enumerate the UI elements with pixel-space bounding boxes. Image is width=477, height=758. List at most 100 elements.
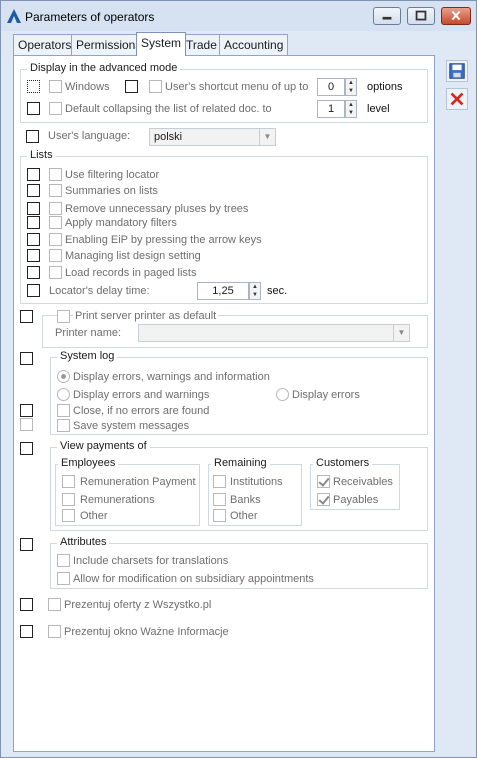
minimize-button[interactable] (373, 7, 401, 25)
shortcut-label: User's shortcut menu of up to (165, 81, 309, 93)
employees-title: Employees (58, 457, 119, 469)
paged-lists-toggle[interactable] (27, 266, 40, 279)
collapse-suffix: level (367, 103, 390, 115)
locator-delay-input[interactable]: 1,25 (197, 282, 249, 300)
save-messages-label: Save system messages (73, 420, 190, 432)
customers-group: Customers Receivables Payables (310, 457, 400, 510)
offers-toggle-checkbox[interactable] (20, 598, 33, 611)
advanced-mode-title: Display in the advanced mode (27, 62, 181, 74)
log-errors-radio[interactable] (276, 388, 289, 401)
lists-title: Lists (27, 149, 56, 161)
remunerations-label: Remunerations (80, 494, 155, 506)
locator-delay-toggle[interactable] (27, 284, 40, 297)
filtering-locator-checkbox[interactable] (49, 168, 62, 181)
filtering-locator-toggle[interactable] (27, 168, 40, 181)
paged-lists-checkbox[interactable] (49, 266, 62, 279)
cancel-button[interactable] (446, 88, 468, 110)
paged-lists-label: Load records in paged lists (65, 267, 197, 279)
banks-checkbox[interactable] (213, 493, 226, 506)
log-all-radio[interactable] (57, 370, 70, 383)
list-design-toggle[interactable] (27, 249, 40, 262)
save-messages-checkbox[interactable] (57, 419, 70, 432)
tab-trade[interactable]: Trade (181, 34, 222, 55)
receivables-label: Receivables (333, 476, 393, 488)
save-button[interactable] (446, 60, 468, 82)
language-checkbox[interactable] (26, 130, 39, 143)
tab-operators[interactable]: Operators (13, 34, 77, 55)
minimize-icon (382, 16, 392, 20)
maximize-button[interactable] (407, 7, 435, 25)
charsets-checkbox[interactable] (57, 554, 70, 567)
close-button[interactable] (441, 7, 471, 25)
close-no-errors-checkbox[interactable] (57, 404, 70, 417)
log-errors-warnings-radio[interactable] (57, 388, 70, 401)
remunerations-checkbox[interactable] (62, 493, 75, 506)
summaries-label: Summaries on lists (65, 185, 158, 197)
remove-pluses-toggle[interactable] (27, 202, 40, 215)
printer-group: Print server printer as default Printer … (42, 310, 428, 348)
info-window-toggle-checkbox[interactable] (20, 625, 33, 638)
locator-delay-stepper[interactable]: ▲ ▼ (249, 282, 261, 300)
collapse-stepper[interactable]: ▲ ▼ (345, 100, 357, 118)
summaries-checkbox[interactable] (49, 184, 62, 197)
shortcut-toggle-checkbox[interactable] (125, 80, 138, 93)
payables-checkbox[interactable] (317, 493, 330, 506)
payments-title: View payments of (57, 440, 150, 452)
collapse-level-input[interactable]: 1 (317, 100, 345, 118)
print-server-default-checkbox[interactable] (57, 310, 70, 323)
receivables-checkbox[interactable] (317, 475, 330, 488)
subsidiary-modification-checkbox[interactable] (57, 572, 70, 585)
chevron-down-icon: ▼ (393, 325, 409, 341)
windows-toggle-checkbox[interactable] (27, 80, 40, 93)
maximize-icon (415, 10, 427, 21)
offers-checkbox[interactable] (48, 598, 61, 611)
eip-arrow-keys-toggle[interactable] (27, 233, 40, 246)
locator-delay-label: Locator's delay time: (49, 285, 150, 297)
tab-system[interactable]: System (136, 32, 187, 56)
offers-label: Prezentuj oferty z Wszystko.pl (64, 599, 212, 611)
collapse-checkbox[interactable] (49, 102, 62, 115)
shortcut-count-input[interactable]: 0 (317, 78, 345, 96)
save-messages-toggle[interactable] (20, 418, 33, 431)
app-logo-icon (7, 9, 21, 23)
eip-arrow-keys-checkbox[interactable] (49, 233, 62, 246)
print-server-default-label: Print server printer as default (73, 310, 219, 322)
payments-toggle-checkbox[interactable] (20, 442, 33, 455)
list-design-checkbox[interactable] (49, 249, 62, 262)
subsidiary-modification-label: Allow for modification on subsidiary app… (73, 573, 314, 585)
system-log-title: System log (57, 350, 118, 362)
shortcut-checkbox[interactable] (149, 80, 162, 93)
collapse-label: Default collapsing the list of related d… (65, 103, 272, 115)
summaries-toggle[interactable] (27, 184, 40, 197)
remove-pluses-label: Remove unnecessary pluses by trees (65, 203, 249, 215)
windows-checkbox[interactable] (49, 80, 62, 93)
system-log-toggle-checkbox[interactable] (20, 352, 33, 365)
employees-other-checkbox[interactable] (62, 509, 75, 522)
language-label: User's language: (48, 130, 131, 142)
institutions-checkbox[interactable] (213, 475, 226, 488)
payments-group: View payments of Employees Remuneration … (50, 440, 428, 531)
printer-toggle-checkbox[interactable] (20, 310, 33, 323)
tab-accounting[interactable]: Accounting (219, 34, 289, 55)
close-no-errors-toggle[interactable] (20, 404, 33, 417)
attributes-toggle-checkbox[interactable] (20, 538, 33, 551)
log-errors-label: Display errors (292, 389, 360, 401)
info-window-checkbox[interactable] (48, 625, 61, 638)
shortcut-stepper[interactable]: ▲ ▼ (345, 78, 357, 96)
log-all-label: Display errors, warnings and information (73, 371, 270, 383)
language-value: polski (154, 131, 183, 143)
collapse-toggle-checkbox[interactable] (27, 102, 40, 115)
remuneration-payment-checkbox[interactable] (62, 475, 75, 488)
mandatory-filters-checkbox[interactable] (49, 216, 62, 229)
mandatory-filters-toggle[interactable] (27, 216, 40, 229)
printer-name-select[interactable]: ▼ (138, 324, 410, 342)
language-select[interactable]: polski ▼ (149, 128, 276, 146)
locator-delay-unit: sec. (267, 285, 288, 297)
remove-pluses-checkbox[interactable] (49, 202, 62, 215)
close-no-errors-label: Close, if no errors are found (73, 405, 210, 417)
mandatory-filters-label: Apply mandatory filters (65, 217, 177, 229)
remaining-other-checkbox[interactable] (213, 509, 226, 522)
printer-name-label: Printer name: (55, 327, 122, 339)
payables-label: Payables (333, 494, 379, 506)
banks-label: Banks (230, 494, 261, 506)
